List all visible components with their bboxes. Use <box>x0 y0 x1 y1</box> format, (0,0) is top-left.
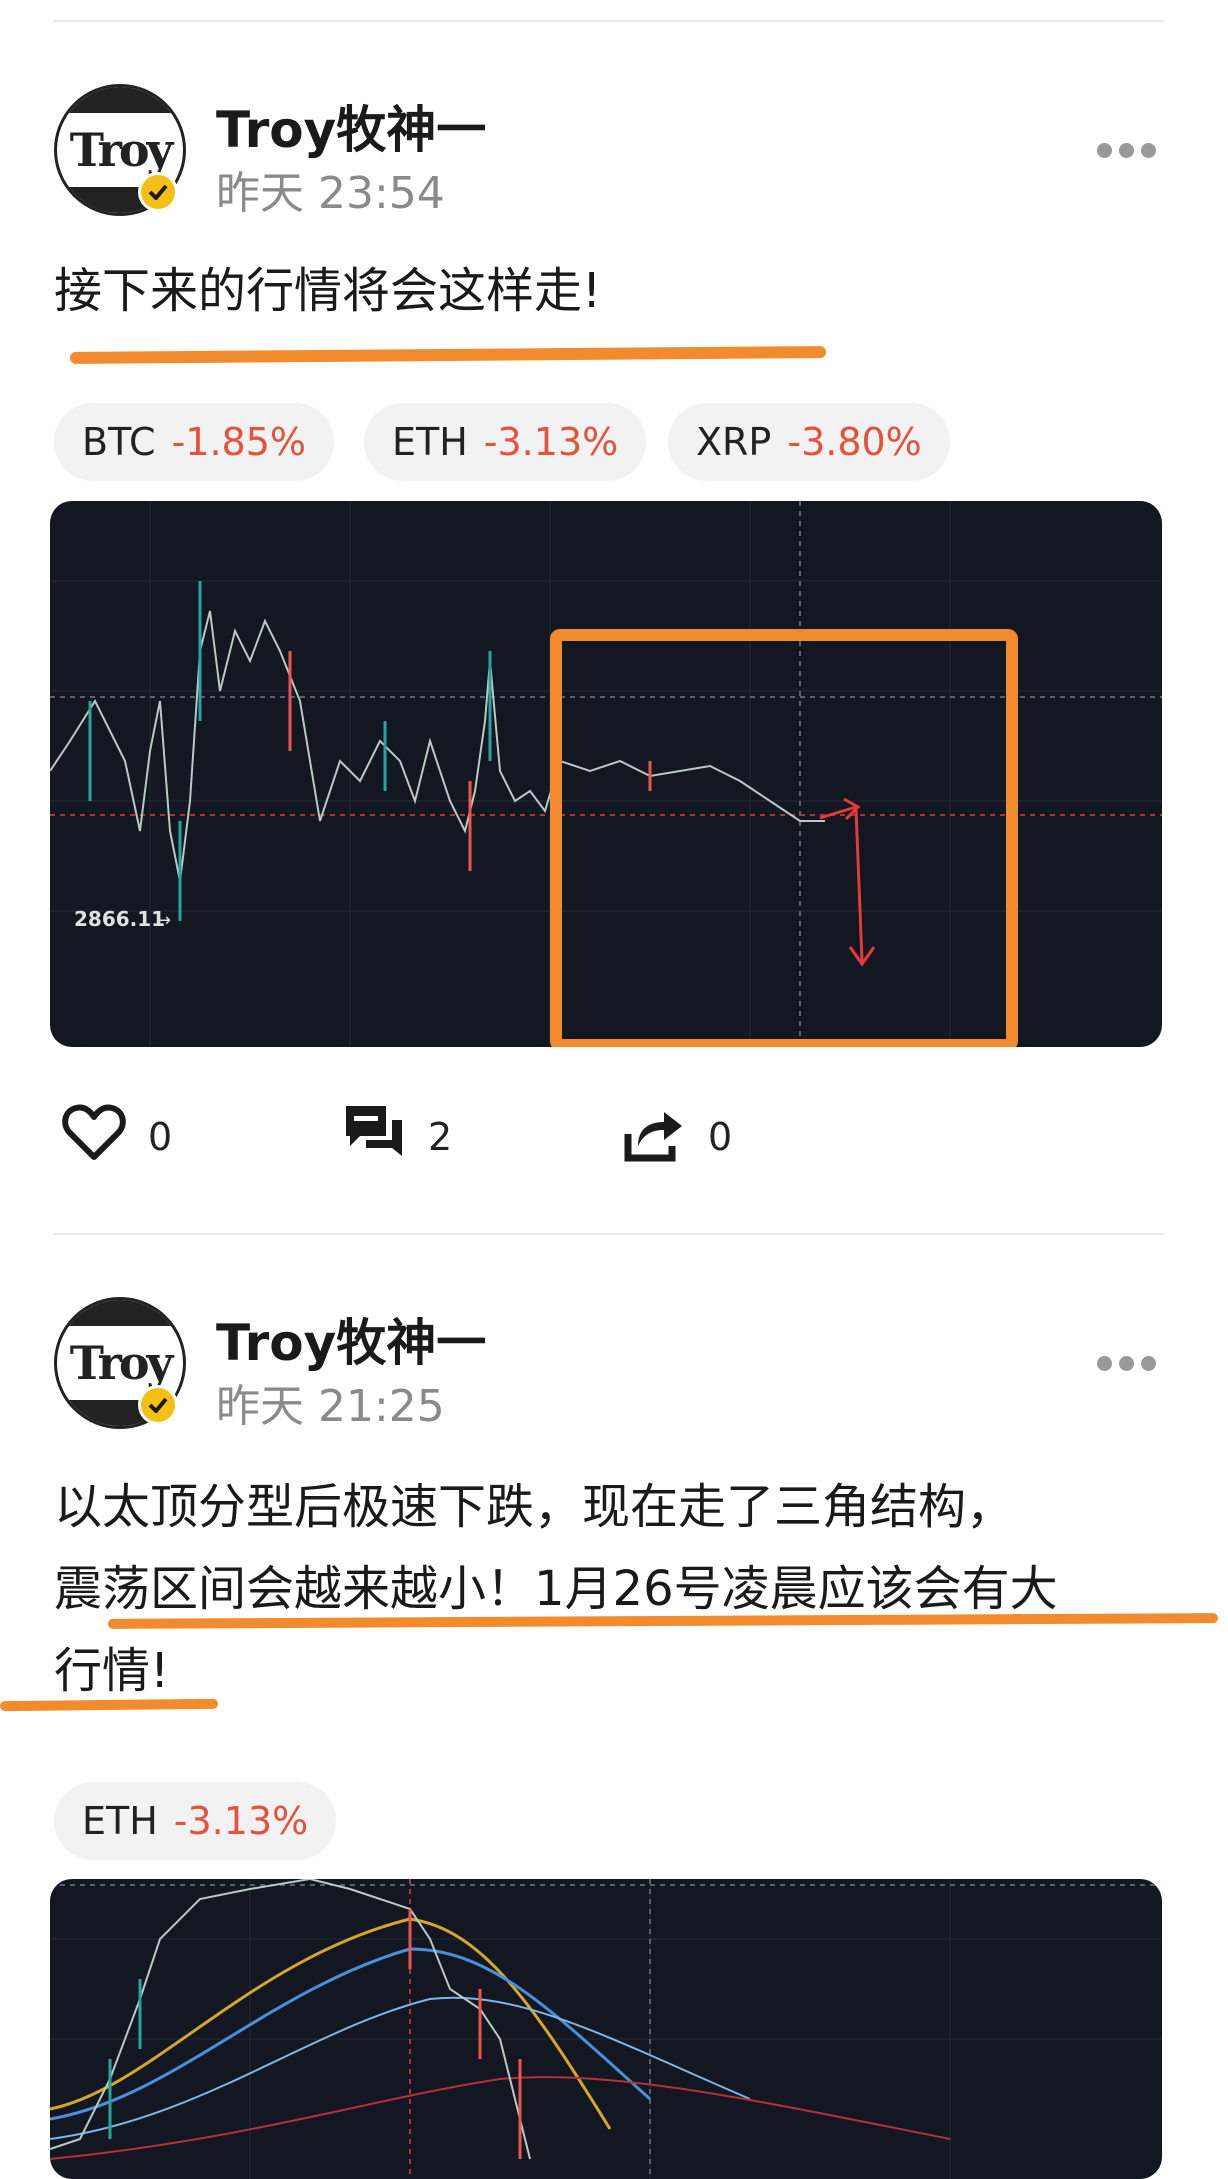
author-name[interactable]: Troy牧神一 <box>216 1303 486 1375</box>
ticker-chip-eth[interactable]: ETH -3.13% <box>54 1782 337 1860</box>
price-label: 2866.11 <box>74 907 165 931</box>
post-time: 昨天 23:54 <box>216 168 445 219</box>
comment-button[interactable]: 2 <box>342 1100 452 1173</box>
ticker-chip-eth[interactable]: ETH -3.13% <box>364 403 647 481</box>
post-text: 接下来的行情将会这样走! <box>54 263 602 319</box>
top-divider <box>54 20 1164 22</box>
share-count: 0 <box>708 1114 733 1159</box>
comment-icon <box>342 1100 406 1173</box>
like-count: 0 <box>148 1114 173 1159</box>
post-chart-image[interactable]: 2866.11 → <box>50 501 1162 1047</box>
post-chart-image[interactable] <box>50 1879 1162 2179</box>
more-icon[interactable] <box>1097 1356 1156 1371</box>
like-button[interactable]: 0 <box>62 1103 172 1170</box>
verified-badge-icon <box>138 1385 178 1425</box>
post-time: 昨天 21:25 <box>216 1381 445 1432</box>
post-divider <box>54 1233 1164 1235</box>
share-icon <box>622 1100 686 1173</box>
ticker-chip-btc[interactable]: BTC -1.85% <box>54 403 335 481</box>
author-name[interactable]: Troy牧神一 <box>216 90 486 162</box>
heart-icon <box>62 1103 126 1170</box>
post-text-line-1: 以太顶分型后极速下跌，现在走了三角结构， <box>54 1479 1015 1535</box>
verified-badge-icon <box>138 172 178 212</box>
more-icon[interactable] <box>1097 143 1156 158</box>
highlight-underline <box>0 1698 219 1712</box>
ticker-chip-xrp[interactable]: XRP -3.80% <box>668 403 950 481</box>
comment-count: 2 <box>428 1114 453 1159</box>
svg-text:→: → <box>156 910 171 931</box>
share-button[interactable]: 0 <box>622 1100 732 1173</box>
highlight-underline <box>69 346 827 364</box>
